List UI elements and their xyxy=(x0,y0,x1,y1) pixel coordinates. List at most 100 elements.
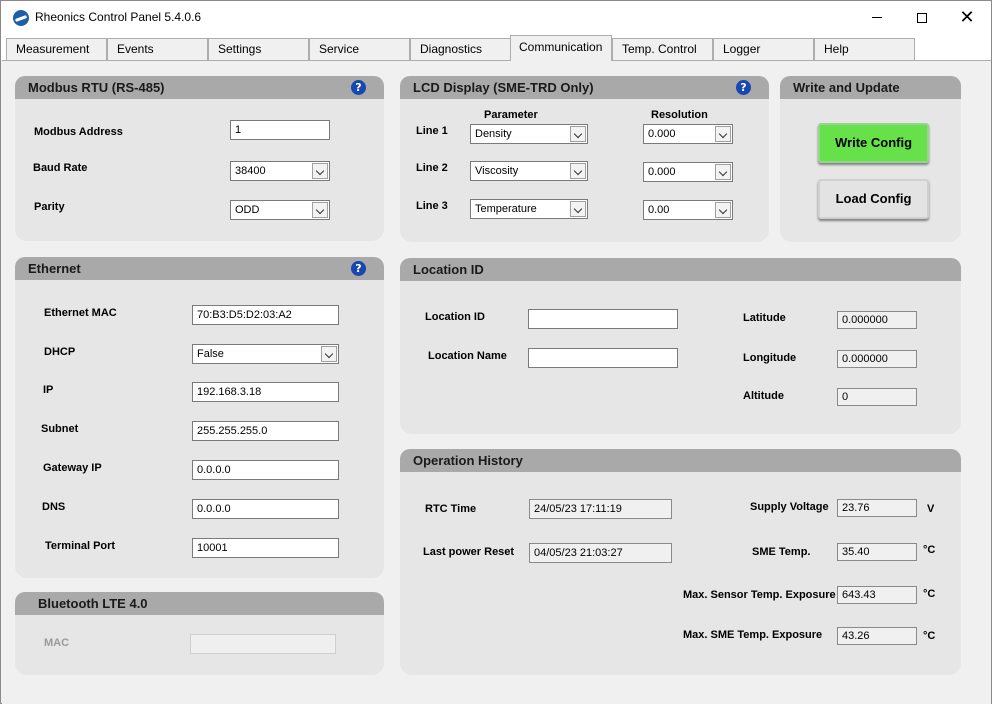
maximize-icon xyxy=(917,12,927,23)
tab-measurement[interactable]: Measurement xyxy=(6,38,107,60)
app-window: Rheonics Control Panel 5.4.0.6 ✕ Measure… xyxy=(0,0,992,704)
tab-temp-control[interactable]: Temp. Control xyxy=(612,38,713,60)
location-id-input[interactable] xyxy=(528,309,678,329)
gateway-ip-input[interactable]: 0.0.0.0 xyxy=(192,460,339,480)
tab-communication[interactable]: Communication xyxy=(510,35,612,61)
location-panel-title: Location ID xyxy=(400,258,961,281)
chevron-down-icon xyxy=(570,163,586,179)
chevron-down-icon xyxy=(312,163,328,179)
help-icon[interactable]: ? xyxy=(351,80,366,95)
lcd-panel-title: LCD Display (SME-TRD Only) xyxy=(400,76,769,99)
altitude-label: Altitude xyxy=(743,390,784,402)
dns-input[interactable]: 0.0.0.0 xyxy=(192,499,339,519)
tab-service[interactable]: Service xyxy=(309,38,410,60)
terminal-port-label: Terminal Port xyxy=(45,540,116,552)
max-sme-temp-unit: °C xyxy=(923,630,936,642)
load-config-button[interactable]: Load Config xyxy=(818,179,929,219)
sme-temp-value: 35.40 xyxy=(837,543,917,561)
minimize-button[interactable] xyxy=(854,1,900,34)
ethernet-panel-title: Ethernet xyxy=(15,257,384,280)
latitude-label: Latitude xyxy=(743,312,786,324)
terminal-port-input[interactable]: 10001 xyxy=(192,538,339,558)
bluetooth-mac-label: MAC xyxy=(44,637,70,649)
help-icon[interactable]: ? xyxy=(351,261,366,276)
max-sme-temp-label: Max. SME Temp. Exposure xyxy=(683,629,823,641)
parameter-header: Parameter xyxy=(484,109,538,121)
parity-select[interactable]: ODD xyxy=(230,200,330,220)
baud-rate-value: 38400 xyxy=(235,165,266,177)
operation-history-panel-title: Operation History xyxy=(400,449,961,472)
altitude-value: 0 xyxy=(837,388,917,406)
longitude-label: Longitude xyxy=(743,352,797,364)
subnet-input[interactable]: 255.255.255.0 xyxy=(192,421,339,441)
max-sensor-temp-unit: °C xyxy=(923,588,936,600)
title-bar[interactable]: Rheonics Control Panel 5.4.0.6 ✕ xyxy=(1,1,991,34)
longitude-value: 0.000000 xyxy=(837,350,917,368)
chevron-down-icon xyxy=(715,126,731,142)
max-sensor-temp-value: 643.43 xyxy=(837,586,917,604)
baud-rate-label: Baud Rate xyxy=(33,162,88,174)
line-2-parameter-select[interactable]: Viscosity xyxy=(470,161,588,181)
ip-input[interactable]: 192.168.3.18 xyxy=(192,382,339,402)
line-1-parameter-select[interactable]: Density xyxy=(470,124,588,144)
line-2-resolution-select[interactable]: 0.000 xyxy=(643,162,733,182)
ip-label: IP xyxy=(43,384,54,396)
close-icon: ✕ xyxy=(959,6,975,28)
tab-diagnostics[interactable]: Diagnostics xyxy=(410,38,511,60)
line-3-label: Line 3 xyxy=(416,200,448,212)
line-3-parameter-value: Temperature xyxy=(475,203,537,215)
line-1-label: Line 1 xyxy=(416,125,448,137)
minimize-icon xyxy=(872,17,882,18)
tab-logger[interactable]: Logger xyxy=(713,38,814,60)
rtc-time-value: 24/05/23 17:11:19 xyxy=(529,499,672,519)
line-3-resolution-select[interactable]: 0.00 xyxy=(643,200,733,220)
maximize-button[interactable] xyxy=(899,1,945,34)
parity-value: ODD xyxy=(235,204,260,216)
dhcp-value: False xyxy=(197,348,224,360)
rtc-time-label: RTC Time xyxy=(425,503,477,515)
subnet-label: Subnet xyxy=(41,423,79,435)
location-panel: Location ID Location ID Location Name La… xyxy=(400,258,961,434)
write-update-panel: Write and Update Write Config Load Confi… xyxy=(780,76,961,242)
dhcp-select[interactable]: False xyxy=(192,344,339,364)
chevron-down-icon xyxy=(312,202,328,218)
tab-strip: Measurement Events Settings Service Diag… xyxy=(1,34,991,61)
tab-help[interactable]: Help xyxy=(814,38,915,60)
sme-temp-label: SME Temp. xyxy=(752,546,811,558)
last-power-reset-label: Last power Reset xyxy=(423,546,515,558)
bluetooth-panel: Bluetooth LTE 4.0 MAC xyxy=(15,592,384,675)
line-1-resolution-select[interactable]: 0.000 xyxy=(643,124,733,144)
modbus-address-input[interactable]: 1 xyxy=(230,120,330,140)
ethernet-mac-input[interactable]: 70:B3:D5:D2:03:A2 xyxy=(192,305,339,325)
latitude-value: 0.000000 xyxy=(837,311,917,329)
last-power-reset-value: 04/05/23 21:03:27 xyxy=(529,543,672,563)
lcd-panel: LCD Display (SME-TRD Only) ? Parameter R… xyxy=(400,76,769,242)
location-name-input[interactable] xyxy=(528,348,678,368)
ethernet-panel: Ethernet ? Ethernet MAC 70:B3:D5:D2:03:A… xyxy=(15,257,384,578)
dns-label: DNS xyxy=(42,501,66,513)
write-update-panel-title: Write and Update xyxy=(780,76,961,99)
resolution-header: Resolution xyxy=(651,109,708,121)
supply-voltage-value: 23.76 xyxy=(837,499,917,517)
write-config-button[interactable]: Write Config xyxy=(818,123,929,163)
baud-rate-select[interactable]: 38400 xyxy=(230,161,330,181)
tab-events[interactable]: Events xyxy=(107,38,208,60)
line-3-parameter-select[interactable]: Temperature xyxy=(470,199,588,219)
chevron-down-icon xyxy=(570,201,586,217)
line-1-parameter-value: Density xyxy=(475,128,512,140)
tab-settings[interactable]: Settings xyxy=(208,38,309,60)
line-2-resolution-value: 0.000 xyxy=(648,166,676,178)
gateway-ip-label: Gateway IP xyxy=(43,462,102,474)
modbus-panel: Modbus RTU (RS-485) ? Modbus Address 1 B… xyxy=(15,76,384,241)
bluetooth-panel-title: Bluetooth LTE 4.0 xyxy=(15,592,384,615)
ethernet-mac-label: Ethernet MAC xyxy=(44,307,117,319)
line-2-parameter-value: Viscosity xyxy=(475,165,519,177)
modbus-address-label: Modbus Address xyxy=(34,126,123,138)
supply-voltage-label: Supply Voltage xyxy=(750,501,829,513)
line-3-resolution-value: 0.00 xyxy=(648,204,670,216)
communication-page: Modbus RTU (RS-485) ? Modbus Address 1 B… xyxy=(2,60,991,704)
supply-voltage-unit: V xyxy=(927,503,935,515)
close-button[interactable]: ✕ xyxy=(944,1,990,34)
help-icon[interactable]: ? xyxy=(736,80,751,95)
bluetooth-mac-input xyxy=(190,634,336,654)
